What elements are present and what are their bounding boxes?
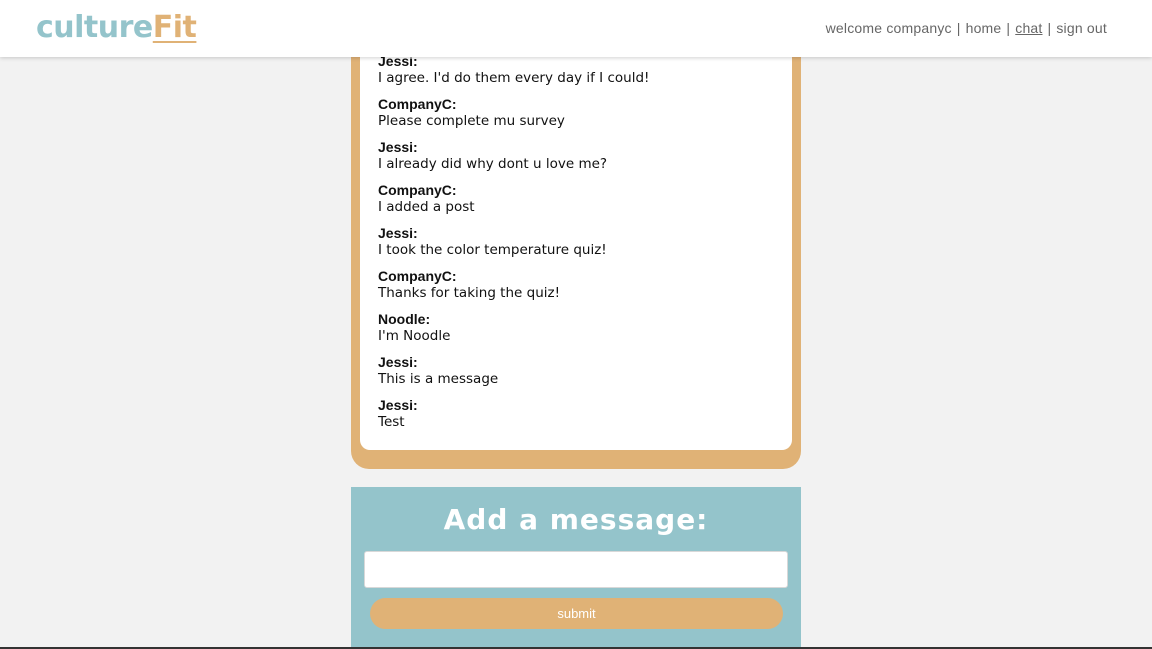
message-author: CompanyC: <box>378 182 457 198</box>
message-text: I added a post <box>378 199 475 215</box>
message-author: Noodle: <box>378 311 431 327</box>
message-text: Please complete mu survey <box>378 113 565 129</box>
chat-frame: Jessi: I agree. I'd do them every day if… <box>351 40 801 469</box>
submit-button[interactable]: submit <box>370 598 783 629</box>
message-item: Jessi: This is a message <box>378 354 782 388</box>
welcome-text: welcome companyc <box>825 20 952 36</box>
message-text: I already did why dont u love me? <box>378 156 608 172</box>
nav-separator: | <box>1047 20 1052 36</box>
message-author: Jessi: <box>378 397 418 413</box>
message-item: CompanyC: Please complete mu survey <box>378 96 782 130</box>
logo-culture-text: culture <box>36 10 153 45</box>
message-item: Jessi: I already did why dont u love me? <box>378 139 782 173</box>
message-text: I'm Noodle <box>378 328 451 344</box>
message-item: Jessi: I took the color temperature quiz… <box>378 225 782 259</box>
chat-link[interactable]: chat <box>1015 20 1042 36</box>
message-author: CompanyC: <box>378 96 457 112</box>
message-item: CompanyC: I added a post <box>378 182 782 216</box>
message-text: Thanks for taking the quiz! <box>378 285 560 301</box>
message-text: This is a message <box>378 371 499 387</box>
message-author: Jessi: <box>378 354 418 370</box>
chat-messages-panel[interactable]: Jessi: I agree. I'd do them every day if… <box>360 40 792 450</box>
nav-links: welcome companyc | home | chat | sign out <box>826 20 1107 36</box>
sign-out-link[interactable]: sign out <box>1056 20 1107 36</box>
add-message-heading: Add a message: <box>443 503 709 536</box>
nav-separator: | <box>1006 20 1011 36</box>
message-text: I took the color temperature quiz! <box>378 242 607 258</box>
message-text: I agree. I'd do them every day if I coul… <box>378 70 650 86</box>
home-link[interactable]: home <box>966 20 1002 36</box>
message-item: Jessi: Test <box>378 397 782 431</box>
message-author: Jessi: <box>378 139 418 155</box>
message-item: CompanyC: Thanks for taking the quiz! <box>378 268 782 302</box>
logo-fit-text: Fit <box>152 10 197 45</box>
culturefit-logo[interactable]: cultureFit <box>36 9 197 47</box>
message-author: CompanyC: <box>378 268 457 284</box>
nav-separator: | <box>956 20 961 36</box>
message-list: Jessi: I agree. I'd do them every day if… <box>378 53 782 440</box>
message-text: Test <box>378 414 405 430</box>
top-navbar: cultureFit welcome companyc | home | chat | si… <box>0 0 1152 57</box>
message-item: Jessi: I agree. I'd do them every day if… <box>378 53 782 87</box>
message-item: Noodle: I'm Noodle <box>378 311 782 345</box>
message-author: Jessi: <box>378 225 418 241</box>
add-message-panel: Add a message: submit <box>351 487 801 649</box>
message-input[interactable] <box>364 551 788 588</box>
